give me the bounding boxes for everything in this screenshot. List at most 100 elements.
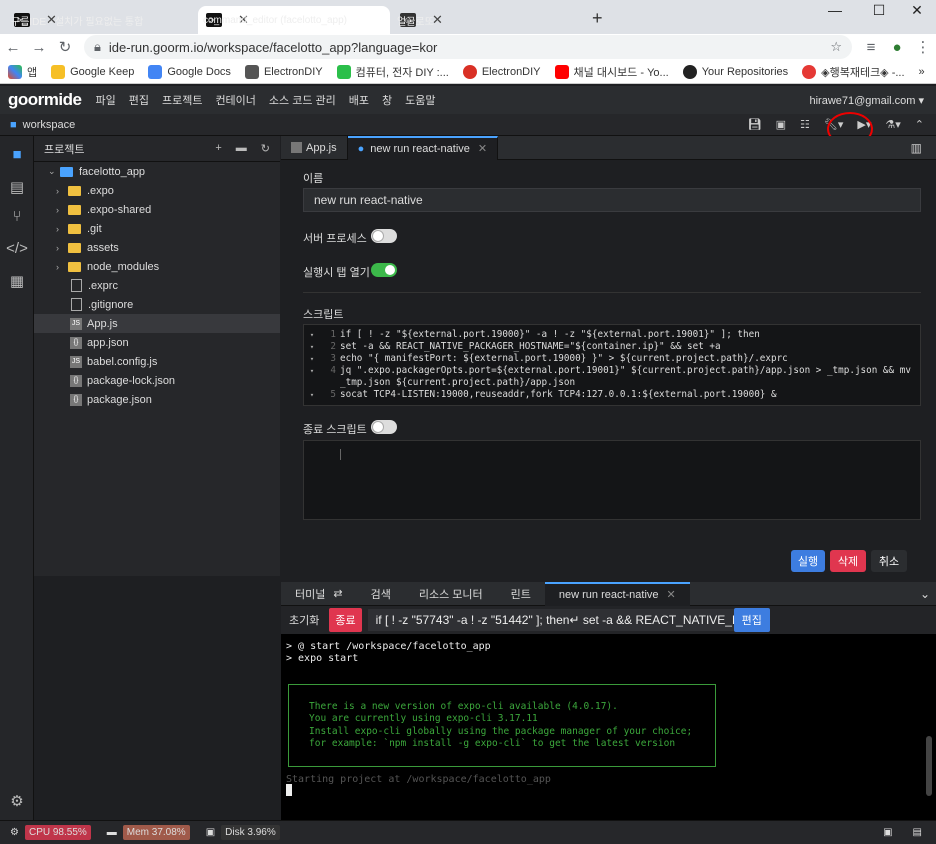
tab-lint[interactable]: 린트 [497, 582, 545, 606]
tree-item[interactable]: › .expo [34, 181, 280, 200]
stop-button[interactable]: 종료 [329, 608, 362, 632]
chevron-down-icon[interactable]: ⌄ [920, 587, 930, 601]
tree-item[interactable]: JS babel.config.js [34, 352, 280, 371]
outline-icon[interactable]: ▤ [0, 178, 34, 196]
bookmark-electrondiy[interactable]: ElectronDIY [244, 64, 323, 79]
split-view-icon[interactable]: ▥ [911, 141, 922, 155]
chat-icon[interactable]: ▤ [913, 827, 922, 838]
open-tab-toggle[interactable] [371, 263, 397, 277]
terminal-output[interactable]: > @ start /workspace/facelotto_app > exp… [281, 634, 936, 820]
add-file-icon[interactable]: + [215, 142, 221, 155]
tree-item[interactable]: .gitignore [34, 295, 280, 314]
menu-scm[interactable]: 소스 코드 관리 [269, 92, 336, 108]
browser-menu-icon[interactable]: ⋮ [910, 38, 936, 56]
menu-edit[interactable]: 편집 [129, 92, 149, 108]
terminal-scrollbar[interactable] [926, 736, 932, 796]
bookmark-google-keep[interactable]: Google Keep [51, 64, 134, 79]
new-tab-button[interactable]: + [592, 8, 603, 29]
bookmarks-more[interactable]: » [919, 66, 925, 78]
bookmark-youtube[interactable]: 채널 대시보드 - Yo... [554, 64, 669, 80]
end-script-editor[interactable] [303, 440, 921, 520]
bookmark-google-docs[interactable]: Google Docs [148, 64, 231, 79]
chevron-right-icon: › [56, 204, 59, 215]
edit-button[interactable]: 편집 [733, 608, 770, 632]
profile-avatar[interactable]: ● [884, 39, 910, 56]
tree-item[interactable]: .exprc [34, 276, 280, 295]
reset-button[interactable]: 초기화 [289, 612, 319, 628]
build-config-icon[interactable]: ☷ [800, 118, 810, 131]
disk-usage: Disk 3.96% [221, 825, 280, 840]
tree-item[interactable]: › .git [34, 219, 280, 238]
script-editor[interactable]: ▾ 1 if [ ! -z "${external.port.19000}" -a … [303, 324, 921, 406]
tab-resource-monitor[interactable]: 리소스 모니터 [405, 582, 497, 606]
refresh-icon[interactable]: ⇄ [333, 587, 342, 600]
tab-run-config[interactable]: ● new run react-native ✕ [347, 135, 499, 160]
tree-item[interactable]: › assets [34, 238, 280, 257]
code-icon[interactable]: </> [0, 240, 34, 257]
tab-search[interactable]: 검색 [357, 582, 405, 606]
menu-file[interactable]: 파일 [95, 92, 115, 108]
collapse-icon[interactable]: ⌃ [915, 118, 924, 131]
tree-root[interactable]: ⌄ facelotto_app [34, 162, 280, 181]
add-folder-icon[interactable]: ▬ [236, 142, 247, 155]
menu-deploy[interactable]: 배포 [349, 92, 369, 108]
fold-arrow-icon: ▾ [309, 355, 315, 363]
save-icon[interactable]: 💾︎ [748, 118, 762, 131]
run-button[interactable]: 실행 [791, 550, 825, 572]
folder-icon [68, 204, 81, 215]
bookmark-electrondiy-2[interactable]: ElectronDIY [462, 64, 541, 79]
test-icon[interactable]: ⚗▾ [885, 118, 900, 131]
tree-item[interactable]: {} app.json [34, 333, 280, 352]
bookmark-apps[interactable]: 앱 [8, 64, 37, 80]
panel-toggle-icon[interactable]: ▣ [883, 827, 892, 838]
close-icon[interactable]: ✕ [478, 142, 487, 155]
url-input[interactable]: 🔒︎ ide-run.goorm.io/workspace/facelotto_… [84, 35, 852, 59]
bookmark-happy[interactable]: ◈행복재테크◈ -... [802, 64, 905, 80]
maximize-icon[interactable]: ☐ [864, 2, 894, 19]
google-keep-icon [51, 64, 66, 79]
tab-app-js[interactable]: App.js [281, 135, 348, 160]
close-icon[interactable]: ✕ [667, 588, 676, 601]
tree-item[interactable]: {} package-lock.json [34, 371, 280, 390]
tree-item[interactable]: › .expo-shared [34, 200, 280, 219]
back-icon[interactable]: ← [0, 39, 26, 56]
bookmark-naver[interactable]: 컴퓨터, 전자 DIY :... [336, 64, 449, 80]
end-script-label: 종료 스크립트 [303, 424, 367, 436]
menu-project[interactable]: 프로젝트 [162, 92, 202, 108]
forward-icon[interactable]: → [26, 39, 52, 56]
tree-item[interactable]: › node_modules [34, 257, 280, 276]
bookmark-star-icon[interactable]: ☆ [830, 39, 842, 55]
browser-tab-face[interactable]: ☺ 얼굴로또 ✕ [392, 6, 582, 34]
refresh-icon[interactable]: ↻ [261, 142, 270, 155]
run-name-input[interactable]: new run react-native [303, 188, 921, 212]
end-script-toggle[interactable] [371, 420, 397, 434]
cancel-button[interactable]: 취소 [871, 550, 907, 572]
run-command-display: if [ ! -z "57743" -a ! -z "51442" ]; the… [367, 609, 734, 631]
menu-window[interactable]: 창 [382, 92, 392, 108]
reload-icon[interactable]: ↻ [52, 38, 78, 56]
delete-button[interactable]: 삭제 [830, 550, 866, 572]
plugin-icon[interactable]: ▦ [0, 272, 34, 290]
menu-container[interactable]: 컨테이너 [215, 92, 255, 108]
tree-item[interactable]: {} package.json [34, 390, 280, 409]
project-explorer: 프로젝트 + ▬ ↻ ⌄ facelotto_app › .expo › .expo-… [34, 136, 280, 576]
git-icon[interactable]: ⑂ [0, 208, 34, 225]
site-icon [802, 64, 817, 79]
menu-help[interactable]: 도움말 [405, 92, 435, 108]
bookmark-github[interactable]: Your Repositories [682, 64, 788, 79]
project-explorer-icon[interactable]: ■ [0, 146, 34, 163]
settings-icon[interactable]: ⚙ [0, 792, 34, 810]
browser-tab-command-editor[interactable]: >_ command_editor (facelotto_app) ✕ [198, 6, 390, 34]
minimize-icon[interactable]: — [820, 2, 850, 18]
tab-terminal[interactable]: 터미널 ⇄ [281, 582, 357, 606]
divider [303, 292, 921, 293]
tab-run-output[interactable]: new run react-native ✕ [544, 581, 690, 606]
server-process-toggle[interactable] [371, 229, 397, 243]
browser-tab-goorm[interactable]: >_ 구름IDE - 설치가 필요없는 통합 ✕ [6, 6, 196, 34]
account-menu[interactable]: hirawe71@gmail.com ▾ [809, 94, 924, 107]
close-window-icon[interactable]: ✕ [902, 2, 932, 19]
reading-list-icon[interactable]: ≡ [858, 39, 884, 56]
save-all-icon[interactable]: ▣ [776, 118, 786, 131]
name-label: 이름 [303, 173, 324, 185]
tree-item[interactable]: JS App.js [34, 314, 280, 333]
